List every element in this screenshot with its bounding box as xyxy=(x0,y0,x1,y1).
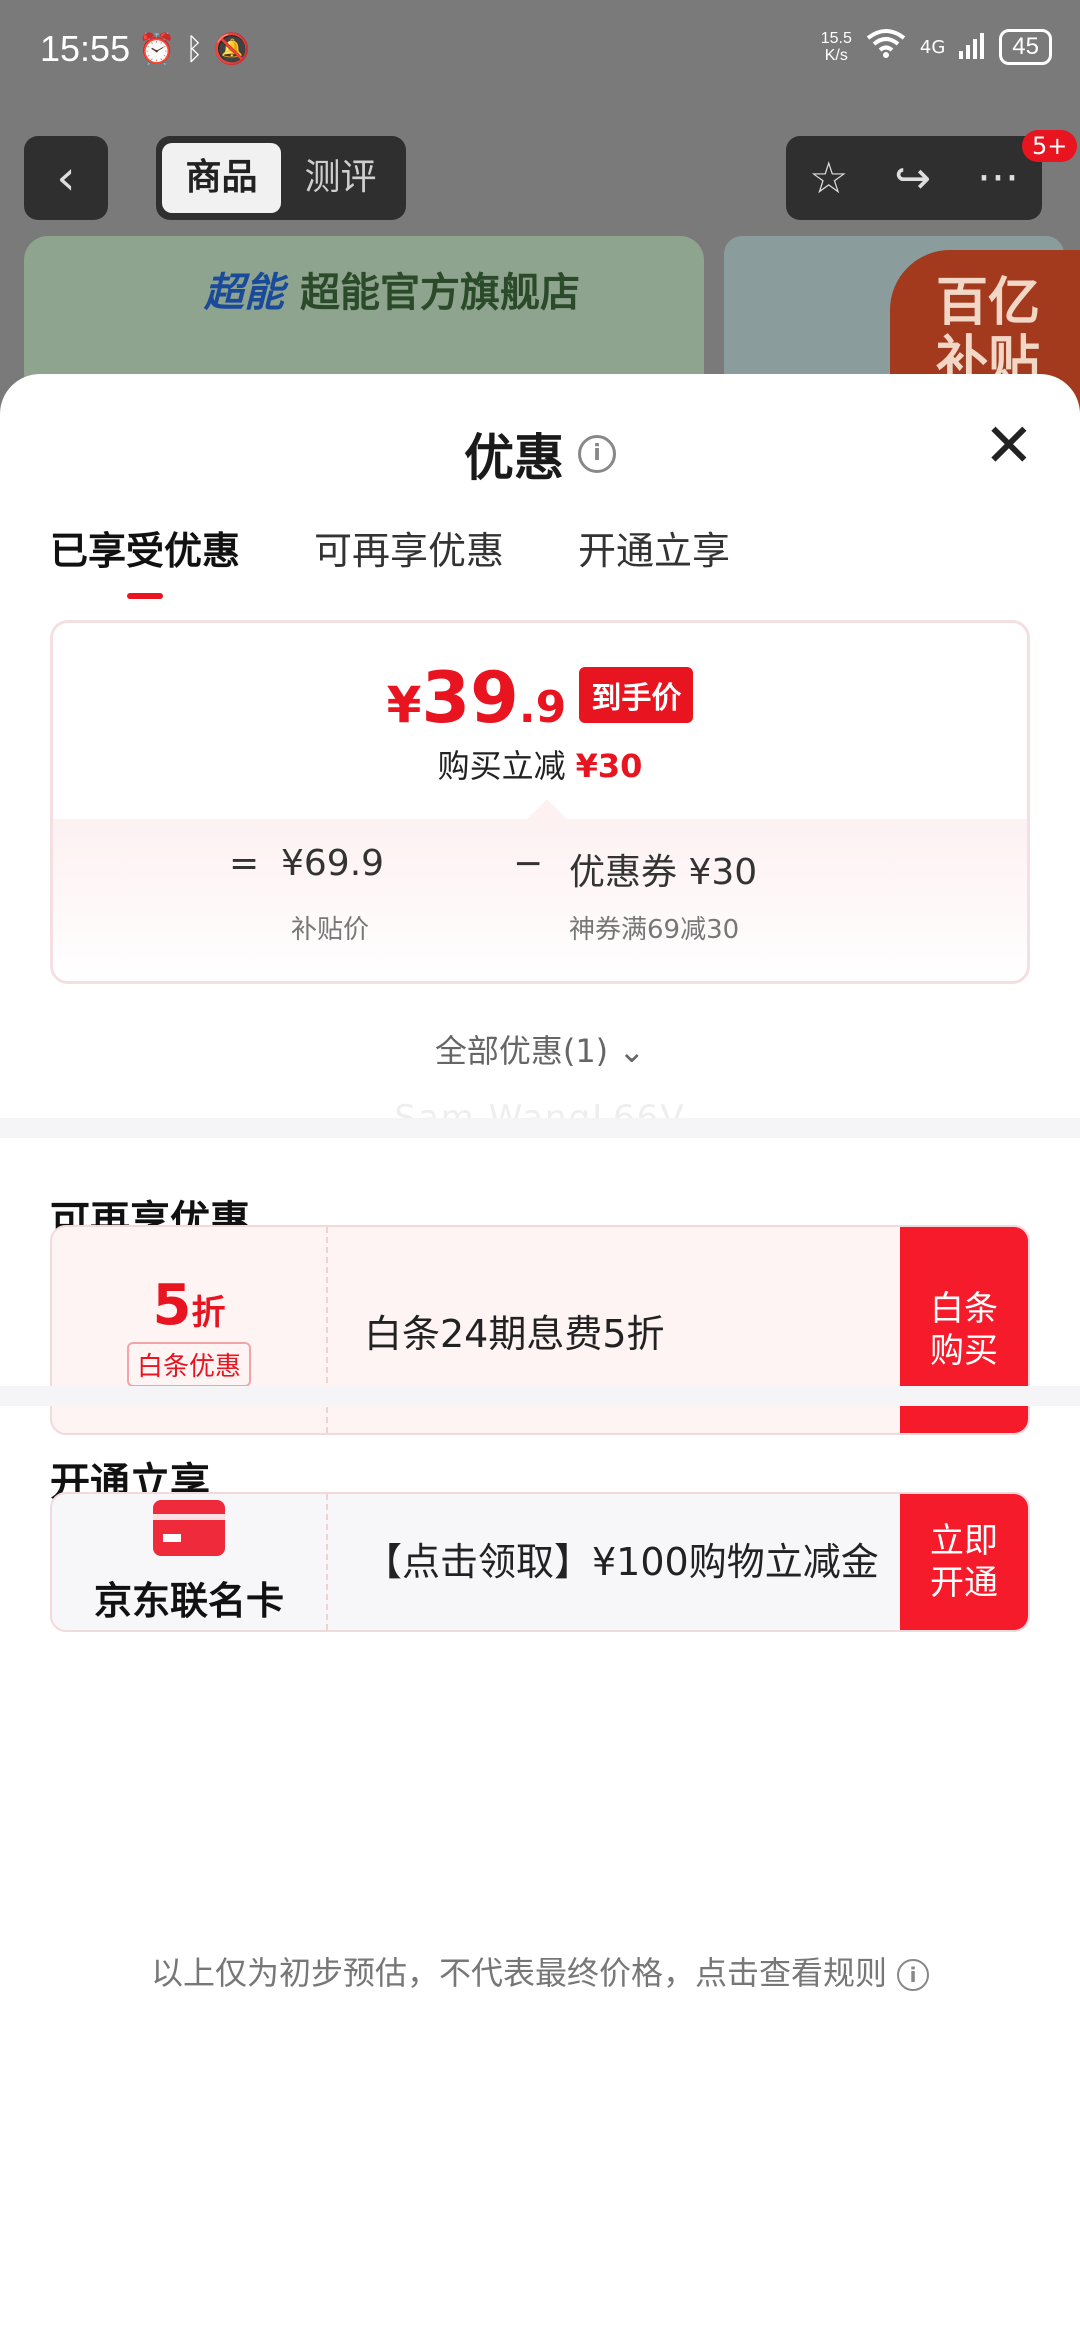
battery-indicator: 45 xyxy=(999,29,1052,65)
sheet-title: 优惠 xyxy=(464,429,564,487)
chevron-down-icon: ⌄ xyxy=(618,1032,646,1070)
all-deals-toggle[interactable]: 全部优惠(1) ⌄ xyxy=(0,1026,1080,1072)
wifi-icon xyxy=(866,28,906,66)
action-group: ☆ ↪ ··· xyxy=(786,136,1042,220)
minus-sign: − xyxy=(513,843,544,884)
discount-label: 白条优惠 xyxy=(126,1342,251,1387)
back-button[interactable]: ‹ xyxy=(24,136,108,220)
alarm-icon: ⏰ xyxy=(138,32,176,67)
network-type: 4G xyxy=(919,36,946,58)
notification-badge: 5+ xyxy=(1022,130,1078,162)
store-logo: 超能 xyxy=(204,270,284,316)
bluetooth-icon: ᛒ xyxy=(185,32,204,67)
section-divider xyxy=(0,1118,1080,1138)
chevron-left-icon: ‹ xyxy=(56,150,76,206)
jd-card-offer-desc: 【点击领取】¥100购物立减金 xyxy=(364,1540,879,1584)
close-icon[interactable]: ✕ xyxy=(984,416,1034,476)
store-name: 超能 超能官方旗舰店 xyxy=(204,270,580,316)
status-bar: 15:55 ⏰ ᛒ 🔕 15.5 K/s 4G 45 xyxy=(0,0,1080,100)
more-icon[interactable]: ··· xyxy=(977,153,1019,204)
section-divider xyxy=(0,1386,1080,1406)
sheet-title-bar: 优惠 i xyxy=(0,418,1080,490)
subsidy-price: ¥69.9 xyxy=(281,843,385,884)
price-disclaimer[interactable]: 以上仅为初步预估，不代表最终价格，点击查看规则 i xyxy=(0,1948,1080,1994)
coupon-desc: 神券满69减30 xyxy=(569,915,740,945)
info-icon[interactable]: i xyxy=(897,1959,929,1991)
final-price-card: ¥39.9 到手价 购买立减 ¥30 = ¥69.9 补贴价 − 优惠券 ¥30 … xyxy=(50,620,1030,984)
tab-enjoyed[interactable]: 已享受优惠 xyxy=(50,520,240,599)
discount-sheet: 优惠 i ✕ 已享受优惠 可再享优惠 开通立享 ¥39.9 到手价 购买立减 ¥3… xyxy=(0,374,1080,2340)
tab-product[interactable]: 商品 xyxy=(162,143,281,213)
credit-card-icon xyxy=(153,1499,225,1556)
product-tab-switch: 商品 测评 xyxy=(156,136,406,220)
sheet-tabs: 已享受优惠 可再享优惠 开通立享 xyxy=(50,520,730,599)
network-speed: 15.5 K/s xyxy=(821,30,852,64)
status-time: 15:55 xyxy=(40,28,131,69)
mute-icon: 🔕 xyxy=(213,32,251,67)
open-now-button[interactable]: 立即开通 xyxy=(900,1494,1028,1630)
status-icons: ⏰ ᛒ 🔕 xyxy=(138,32,251,67)
product-nav-bar: ‹ 商品 测评 ☆ ↪ ··· 5+ xyxy=(0,130,1080,230)
coupon-amount: 优惠券 ¥30 xyxy=(569,852,758,893)
store-banner: 超能 超能官方旗舰店 xyxy=(24,236,704,396)
tab-more-available[interactable]: 可再享优惠 xyxy=(314,520,504,575)
network-speed-unit: K/s xyxy=(824,47,848,64)
star-icon[interactable]: ☆ xyxy=(809,153,848,204)
tab-review[interactable]: 测评 xyxy=(281,143,400,213)
discount-value: 5折 xyxy=(152,1273,226,1338)
final-price: ¥39.9 到手价 xyxy=(53,657,1027,739)
price-breakdown: = ¥69.9 补贴价 − 优惠券 ¥30 神券满69减30 xyxy=(53,799,1027,981)
info-icon[interactable]: i xyxy=(578,435,616,473)
tab-open-now[interactable]: 开通立享 xyxy=(578,520,730,575)
signal-icon xyxy=(959,31,985,63)
jd-card-name: 京东联名卡 xyxy=(93,1578,284,1623)
network-speed-value: 15.5 xyxy=(820,30,852,47)
final-price-tag: 到手价 xyxy=(579,667,694,723)
jd-card-offer[interactable]: 京东联名卡 【点击领取】¥100购物立减金 立即开通 xyxy=(50,1492,1030,1632)
share-icon[interactable]: ↪ xyxy=(894,153,931,204)
subsidy-label: 补贴价 xyxy=(291,915,370,945)
reduce-summary: 购买立减 ¥30 xyxy=(437,747,643,785)
equals-sign: = xyxy=(229,843,260,884)
